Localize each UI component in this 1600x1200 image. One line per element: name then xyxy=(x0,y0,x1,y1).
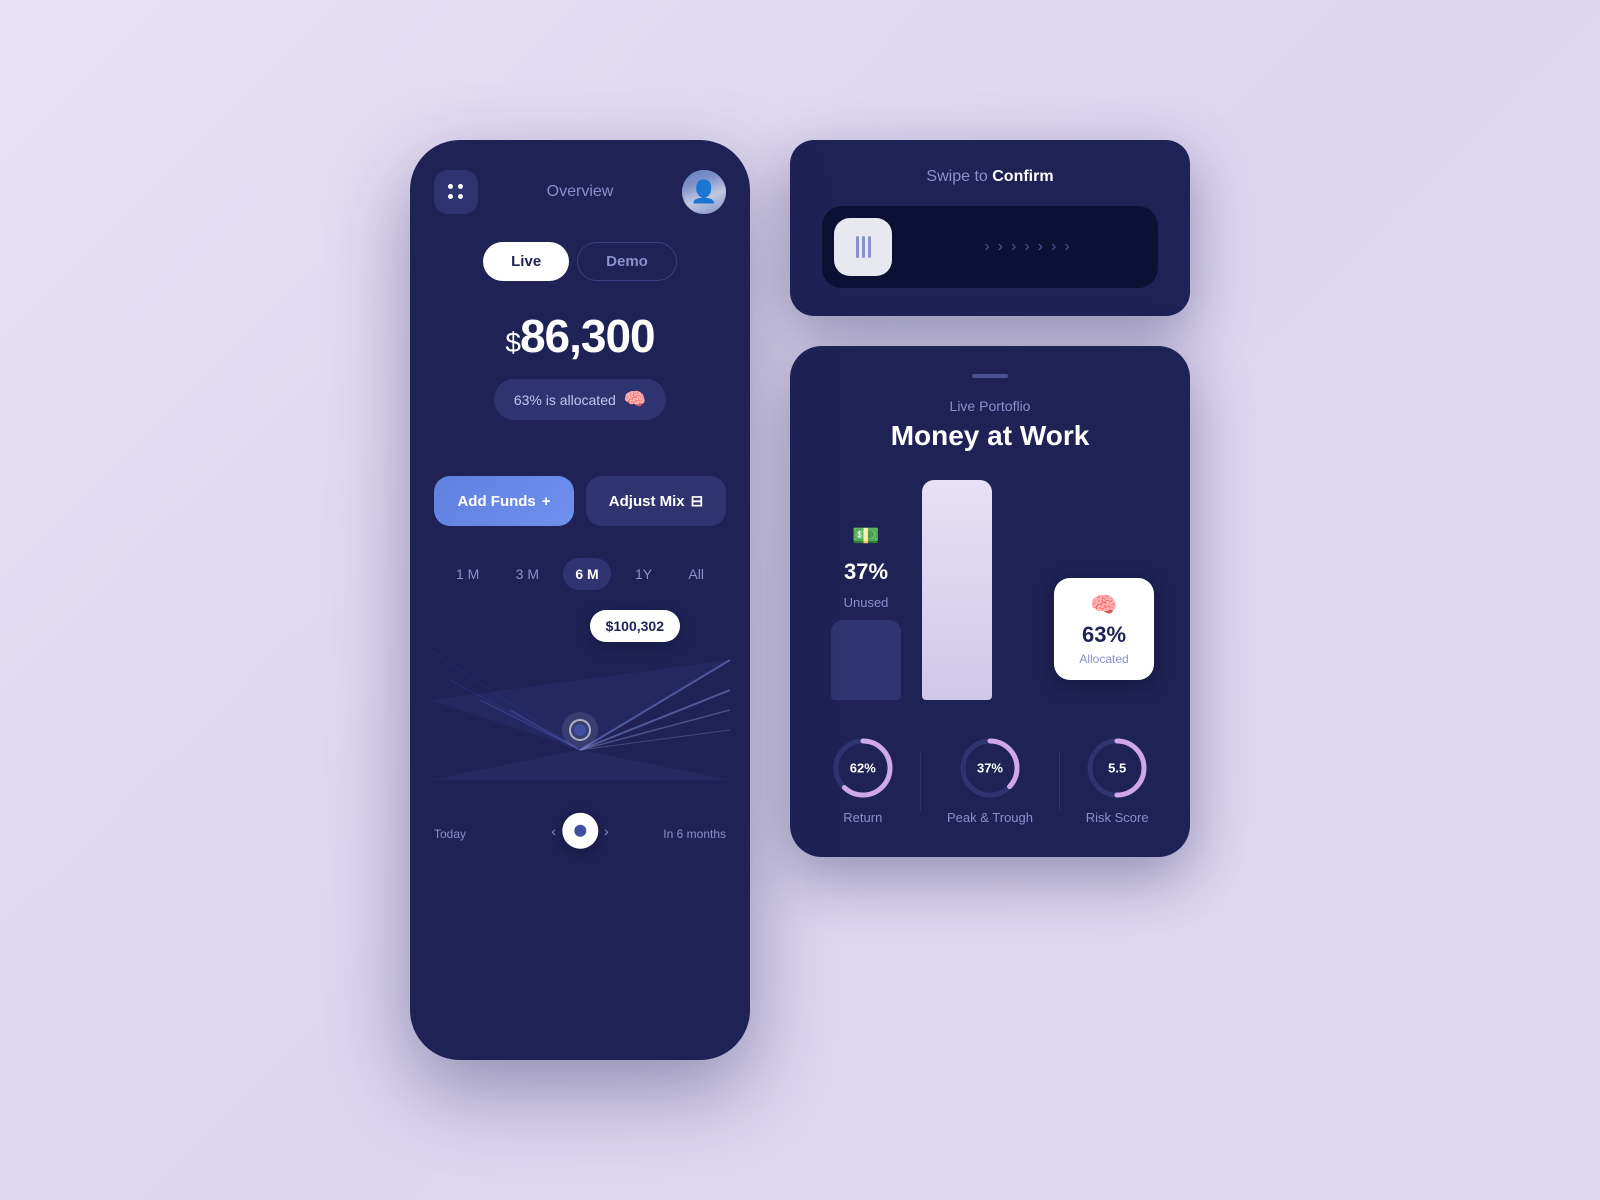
swipe-handle[interactable] xyxy=(834,218,892,276)
handle-bar xyxy=(862,236,865,258)
filter-1y[interactable]: 1Y xyxy=(623,558,664,590)
return-label: Return xyxy=(843,810,882,825)
plus-icon: + xyxy=(542,493,551,510)
dot xyxy=(448,194,453,199)
arrow-chevron: › xyxy=(984,238,989,256)
arrow-chevron: › xyxy=(1051,238,1056,256)
unused-visual xyxy=(831,620,901,700)
peak-trough-value: 37% xyxy=(977,761,1003,776)
unused-bar: 💵 37% Unused xyxy=(826,523,906,700)
swipe-card: Swipe to Confirm › › › › › › xyxy=(790,140,1190,316)
sliders-icon: ⊟ xyxy=(691,492,704,510)
menu-button[interactable] xyxy=(434,170,478,214)
avatar[interactable]: 👤 xyxy=(682,170,726,214)
chart-tooltip: $100,302 xyxy=(590,610,680,642)
right-arrow[interactable]: › xyxy=(604,823,609,839)
portfolio-subtitle: Live Portoflio xyxy=(818,398,1162,414)
dot xyxy=(458,194,463,199)
adjust-mix-button[interactable]: Adjust Mix ⊟ xyxy=(586,476,726,526)
currency-symbol: $ xyxy=(505,327,520,358)
allocated-emoji: 🧠 xyxy=(1090,592,1117,618)
allocated-col: 🧠 63% Allocated xyxy=(922,480,1154,700)
stats-row: 62% Return 37% Peak & Trough xyxy=(818,728,1162,825)
risk-circle[interactable]: 5.5 xyxy=(1085,736,1149,800)
allocated-percent: 63% xyxy=(1082,622,1126,648)
unused-percent: 37% xyxy=(844,559,888,585)
peak-trough-label: Peak & Trough xyxy=(947,810,1033,825)
divider xyxy=(920,751,921,811)
action-buttons: Add Funds + Adjust Mix ⊟ xyxy=(434,476,726,526)
arrow-chevron: › xyxy=(998,238,1003,256)
dot xyxy=(458,184,463,189)
swipe-arrows: › › › › › › › xyxy=(908,238,1146,256)
handle-bars xyxy=(856,236,871,258)
adjust-mix-label: Adjust Mix xyxy=(609,493,685,510)
allocated-text: 63% is allocated xyxy=(514,392,616,408)
toggle-row: Live Demo xyxy=(434,242,726,281)
stat-risk-score: 5.5 Risk Score xyxy=(1085,736,1149,825)
avatar-image: 👤 xyxy=(682,170,726,214)
portfolio-card: Live Portoflio Money at Work 💵 37% Unuse… xyxy=(790,346,1190,857)
chart-label-right: In 6 months xyxy=(663,827,726,841)
filter-3m[interactable]: 3 M xyxy=(504,558,551,590)
add-funds-button[interactable]: Add Funds + xyxy=(434,476,574,526)
unused-emoji: 💵 xyxy=(852,523,879,549)
swipe-slider[interactable]: › › › › › › › xyxy=(822,206,1158,288)
allocated-label: Allocated xyxy=(1079,652,1128,666)
handle-bar xyxy=(868,236,871,258)
swipe-plain-text: Swipe to xyxy=(926,168,992,185)
add-funds-label: Add Funds xyxy=(457,493,535,510)
stat-return: 62% Return xyxy=(831,736,895,825)
dot xyxy=(448,184,453,189)
page-title: Overview xyxy=(547,183,614,201)
balance-value: 86,300 xyxy=(520,310,655,362)
brain-emoji: 🧠 xyxy=(624,389,646,410)
dots-grid xyxy=(448,184,464,200)
handle-bar xyxy=(856,236,859,258)
right-column: Swipe to Confirm › › › › › › xyxy=(790,140,1190,857)
cursor-dot[interactable] xyxy=(562,813,598,849)
left-arrow[interactable]: ‹ xyxy=(551,823,556,839)
chart-area: $100,302 xyxy=(430,610,730,1030)
return-value: 62% xyxy=(850,761,876,776)
live-toggle[interactable]: Live xyxy=(483,242,569,281)
filter-all[interactable]: All xyxy=(676,558,716,590)
risk-score-value: 5.5 xyxy=(1108,761,1126,776)
left-phone: Overview 👤 Live Demo $86,300 63% is allo… xyxy=(410,140,750,1060)
balance-amount: $86,300 xyxy=(434,309,726,363)
arrow-chevron: › xyxy=(1064,238,1069,256)
stat-peak-trough: 37% Peak & Trough xyxy=(947,736,1033,825)
arrow-chevron: › xyxy=(1011,238,1016,256)
portfolio-indicator xyxy=(972,374,1008,378)
filter-6m[interactable]: 6 M xyxy=(563,558,610,590)
chart-cursor: ‹ › xyxy=(551,813,608,849)
allocated-bar-visual xyxy=(922,480,992,700)
bars-section: 💵 37% Unused 🧠 63% Allocated xyxy=(818,480,1162,700)
chart-label-left: Today xyxy=(434,827,466,841)
arrow-chevron: › xyxy=(1024,238,1029,256)
arrow-chevron: › xyxy=(1038,238,1043,256)
allocated-card: 🧠 63% Allocated xyxy=(1054,578,1154,680)
risk-score-label: Risk Score xyxy=(1086,810,1149,825)
return-circle[interactable]: 62% xyxy=(831,736,895,800)
allocated-badge: 63% is allocated 🧠 xyxy=(494,379,666,420)
phone-header: Overview 👤 xyxy=(434,170,726,214)
balance-section: $86,300 xyxy=(434,309,726,363)
chart-svg xyxy=(430,610,730,810)
time-filters: 1 M 3 M 6 M 1Y All xyxy=(434,558,726,590)
portfolio-title: Money at Work xyxy=(818,420,1162,452)
demo-toggle[interactable]: Demo xyxy=(577,242,677,281)
swipe-title: Swipe to Confirm xyxy=(822,168,1158,186)
swipe-bold-text: Confirm xyxy=(992,168,1053,185)
filter-1m[interactable]: 1 M xyxy=(444,558,491,590)
divider xyxy=(1059,751,1060,811)
unused-label: Unused xyxy=(844,595,889,610)
cursor-dot-inner xyxy=(574,825,586,837)
peak-trough-circle[interactable]: 37% xyxy=(958,736,1022,800)
